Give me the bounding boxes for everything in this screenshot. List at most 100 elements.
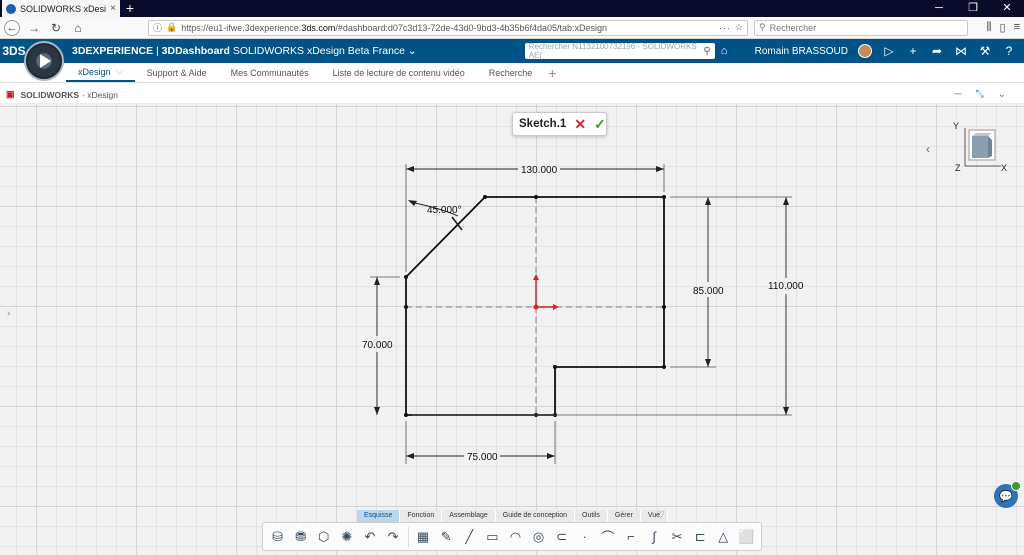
sidebar-icon[interactable]: ▯ [1000, 21, 1006, 34]
close-window-icon[interactable]: ✕ [990, 0, 1024, 17]
polygon-icon[interactable]: ⌒ [599, 528, 616, 546]
tab-assemblage[interactable]: Assemblage [442, 510, 496, 522]
confirm-sketch-icon[interactable]: ✓ [594, 116, 606, 133]
dimension-icon[interactable]: △ [715, 528, 732, 546]
header-search-input[interactable]: Rechercher N1132100732196 - SOLIDWORKS A… [524, 42, 715, 60]
chat-icon[interactable]: 💬 [994, 481, 1021, 508]
offset-icon[interactable]: ⊏ [692, 528, 709, 546]
url-bar[interactable]: ⓘ 🔒 https://eu1-ifwe.3dexperience.3ds.co… [148, 19, 748, 36]
minimize-widget-icon[interactable]: ─ [955, 89, 962, 100]
rectangle-icon[interactable]: ▭ [484, 528, 501, 546]
network-icon[interactable]: ⋈ [954, 44, 968, 58]
widget-menu-icon[interactable]: ⌄ [998, 89, 1006, 100]
browser-tab-title: SOLIDWORKS xDesign Beta Fra... [20, 3, 107, 14]
box-icon[interactable]: ⬜ [738, 528, 755, 546]
tab-guide[interactable]: Guide de conception [495, 510, 576, 522]
browser-tab[interactable]: SOLIDWORKS xDesign Beta Fra... × [2, 0, 120, 17]
redo-icon[interactable]: ↷ [384, 528, 401, 546]
tab-support[interactable]: Support & Aide [135, 63, 219, 82]
new-tab-icon[interactable]: + [120, 0, 140, 17]
dimension-left-height: 70.000 [362, 277, 393, 415]
sketch-point [553, 365, 557, 369]
library-icon[interactable]: ⫼ [986, 21, 991, 34]
dim-85: 85.000 [693, 286, 724, 297]
close-tab-icon[interactable]: × [110, 3, 116, 14]
add-tab-icon[interactable]: + [544, 63, 560, 82]
restore-window-icon[interactable]: ❐ [956, 0, 990, 17]
undo-icon[interactable]: ↶ [361, 528, 378, 546]
browser-navbar: ← → ↻ ⌂ ⓘ 🔒 https://eu1-ifwe.3dexperienc… [0, 17, 1024, 39]
cancel-sketch-icon[interactable]: ✕ [574, 116, 586, 133]
widget-title: - xDesign [82, 89, 118, 100]
expand-panel-icon[interactable]: › [7, 308, 10, 319]
notifications-icon[interactable]: ▷ [882, 44, 896, 58]
user-name[interactable]: Romain BRASSOUD [755, 46, 848, 57]
sketch-point [662, 195, 666, 199]
search-icon[interactable]: ⚲ [703, 46, 710, 57]
action-bar-tabs: Esquisse Fonction Assemblage Guide de co… [357, 510, 669, 522]
tab-esquisse[interactable]: Esquisse [357, 510, 401, 522]
tab-outils[interactable]: Outils [575, 510, 608, 522]
dimension-angle: 45.000° [408, 200, 463, 231]
tab-gerer[interactable]: Gérer [607, 510, 641, 522]
browser-search-input[interactable]: ⚲ Rechercher [754, 19, 968, 36]
dashboard-tabs: xDesign ⌵ Support & Aide Mes Communautés … [0, 63, 1024, 83]
axis-y-label: Y [953, 121, 959, 131]
grid-icon[interactable]: ▦ [415, 528, 432, 546]
settings-icon[interactable]: ✺ [338, 528, 355, 546]
home-icon[interactable]: ⌂ [70, 20, 86, 36]
circle-icon[interactable]: ◎ [530, 528, 547, 546]
sketch-drawing[interactable]: 130.000 45.000° 85.000 110.000 70.000 75… [0, 104, 1024, 555]
tab-search[interactable]: Recherche [477, 63, 545, 82]
compass-icon[interactable] [24, 41, 64, 81]
fillet-icon[interactable]: ⌐ [622, 528, 639, 546]
dimension-right-inner: 85.000 [693, 197, 724, 367]
add-icon[interactable]: + [906, 44, 920, 58]
save-icon[interactable]: ⛃ [292, 528, 309, 546]
dimension-right-total: 110.000 [768, 197, 804, 415]
action-bar: ⛁ ⛃ ⬡ ✺ ↶ ↷ ▦ ✎ ╱ ▭ ◠ ◎ ⊂ · ⌒ ⌐ ∫ ✂ ⊏ △ … [262, 522, 762, 551]
assembly-icon[interactable]: ⬡ [315, 528, 332, 546]
tools-icon[interactable]: ⚒ [978, 44, 992, 58]
tab-video-playlist[interactable]: Liste de lecture de contenu vidéo [321, 63, 477, 82]
minimize-window-icon[interactable]: ─ [922, 0, 956, 17]
search-icon: ⚲ [759, 22, 766, 32]
info-icon[interactable]: ⓘ [153, 21, 162, 34]
point-icon[interactable]: · [576, 528, 593, 546]
reload-icon[interactable]: ↻ [48, 20, 64, 36]
collapse-widget-icon[interactable]: ⤡ [976, 89, 984, 100]
dim-130: 130.000 [521, 165, 558, 176]
sketch-canvas[interactable]: 130.000 45.000° 85.000 110.000 70.000 75… [0, 104, 1024, 555]
help-icon[interactable]: ? [1002, 44, 1016, 58]
chevron-down-icon[interactable]: ♡ [656, 510, 665, 521]
slot-icon[interactable]: ⊂ [553, 528, 570, 546]
avatar[interactable] [858, 44, 872, 58]
bookmark-star-icon[interactable]: ☆ [735, 22, 743, 33]
online-status-icon [1011, 481, 1021, 491]
solidworks-logo-icon: ▣ [6, 89, 15, 99]
view-cube[interactable]: Y Z X [951, 118, 1011, 178]
widget-brand: SOLIDWORKS [20, 89, 80, 100]
arc-icon[interactable]: ◠ [507, 528, 524, 546]
chevron-down-icon[interactable]: ⌵ [117, 67, 123, 77]
spline-icon[interactable]: ∫ [645, 528, 662, 546]
forward-icon[interactable]: → [26, 20, 42, 36]
share-icon[interactable]: ➦ [930, 44, 944, 58]
page-actions-icon[interactable]: ··· [719, 23, 731, 33]
sketch-point [483, 195, 487, 199]
dim-70: 70.000 [362, 340, 393, 351]
tag-icon[interactable]: ⌂ [721, 45, 728, 57]
menu-icon[interactable]: ≡ [1014, 21, 1020, 34]
tab-xdesign[interactable]: xDesign ⌵ [66, 63, 135, 82]
trim-icon[interactable]: ✂ [669, 528, 686, 546]
dimension-bottom-width: 75.000 [406, 452, 555, 463]
sketch-tool-icon[interactable]: ✎ [438, 528, 455, 546]
new-part-icon[interactable]: ⛁ [269, 528, 286, 546]
line-icon[interactable]: ╱ [461, 528, 478, 546]
tab-fonction[interactable]: Fonction [400, 510, 443, 522]
chevron-left-icon[interactable]: ‹ [926, 142, 930, 156]
dim-110: 110.000 [768, 281, 804, 292]
back-icon[interactable]: ← [4, 19, 20, 36]
tab-communities[interactable]: Mes Communautés [219, 63, 321, 82]
sketch-point [662, 305, 666, 309]
